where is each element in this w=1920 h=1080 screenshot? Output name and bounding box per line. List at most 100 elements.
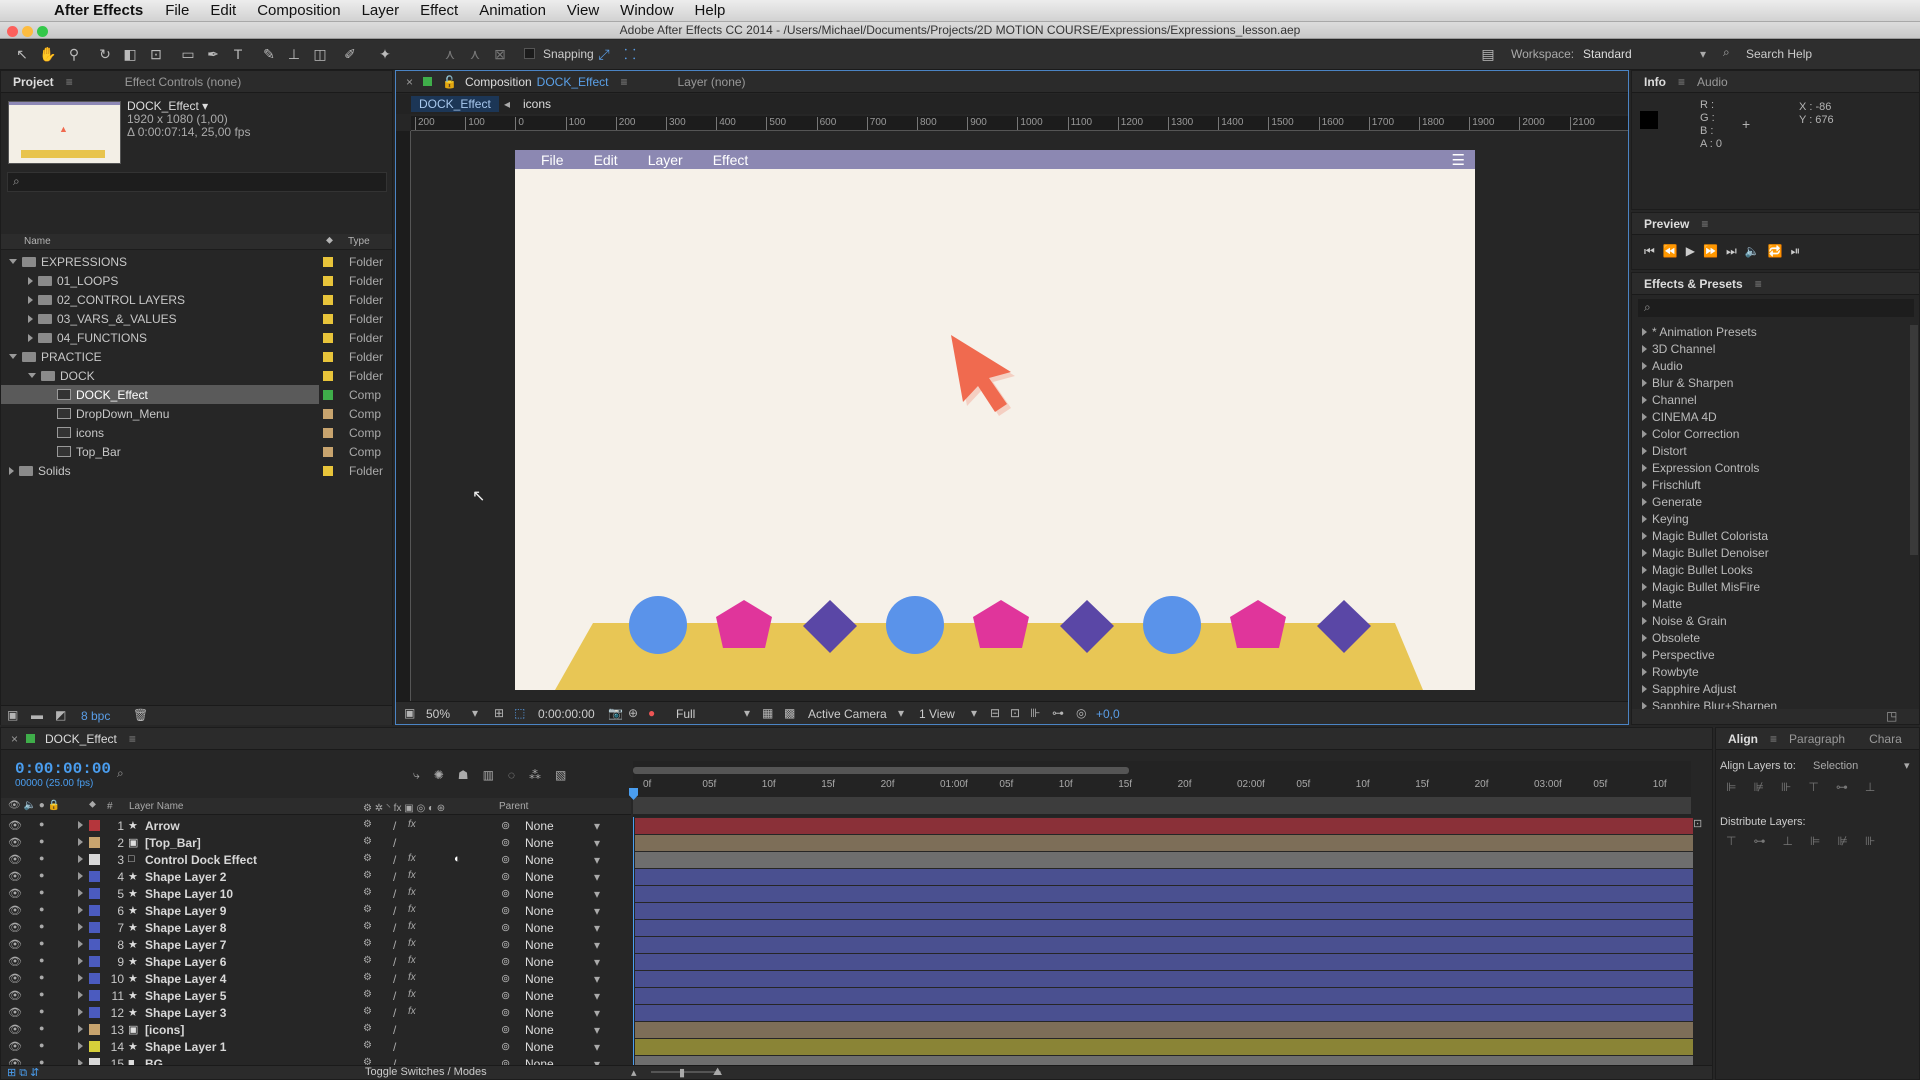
parent-dropdown-icon[interactable]: ▾	[594, 1023, 600, 1037]
collapsed-arrow-icon[interactable]	[1642, 362, 1647, 370]
parent-dropdown-icon[interactable]: ▾	[594, 819, 600, 833]
tab-preview[interactable]: Preview	[1632, 217, 1701, 231]
tab-audio[interactable]: Audio	[1685, 75, 1740, 89]
layer-row[interactable]: 👁 ● 13 ▣ [icons] ⚙ / ⊚ None ▾	[1, 1021, 631, 1038]
visibility-eye-icon[interactable]: 👁	[8, 1023, 22, 1036]
quality-switch-icon[interactable]: /	[393, 887, 396, 901]
shy-switch-icon[interactable]: ⚙	[363, 1057, 372, 1065]
shy-switch-icon[interactable]: ⚙	[363, 921, 372, 932]
parent-select[interactable]: None	[525, 904, 554, 918]
tab-paragraph[interactable]: Paragraph	[1777, 732, 1857, 746]
parent-dropdown-icon[interactable]: ▾	[594, 836, 600, 850]
label-swatch[interactable]	[323, 466, 333, 476]
layer-label-swatch[interactable]	[89, 990, 100, 1001]
parent-select[interactable]: None	[525, 887, 554, 901]
collapsed-arrow-icon[interactable]	[1642, 464, 1647, 472]
type-tool-icon[interactable]: T	[228, 44, 248, 64]
expanded-arrow-icon[interactable]	[9, 259, 17, 264]
collapsed-arrow-icon[interactable]	[28, 295, 33, 304]
layer-label-swatch[interactable]	[89, 854, 100, 865]
expanded-arrow-icon[interactable]	[9, 354, 17, 359]
solo-icon[interactable]: ●	[39, 972, 44, 982]
layer-label-swatch[interactable]	[89, 973, 100, 984]
layer-duration-bar[interactable]	[635, 971, 1693, 987]
parent-dropdown-icon[interactable]: ▾	[594, 989, 600, 1003]
layer-duration-bar[interactable]	[635, 835, 1693, 851]
menu-view[interactable]: View	[567, 2, 599, 19]
solo-icon[interactable]: ●	[39, 1006, 44, 1016]
layer-label-swatch[interactable]	[89, 922, 100, 933]
comp-canvas[interactable]: File Edit Layer Effect ☰	[515, 150, 1475, 690]
search-help-input[interactable]: Search Help	[1746, 47, 1812, 61]
comp-viewer[interactable]: File Edit Layer Effect ☰ ↖	[411, 131, 1628, 701]
zoom-slider-handle[interactable]: ▮	[679, 1066, 685, 1079]
new-comp-icon[interactable]: ◩	[55, 708, 66, 722]
layer-label-swatch[interactable]	[89, 888, 100, 899]
workspace-icon[interactable]: ▤	[1478, 44, 1498, 64]
lock-icon[interactable]: 🔓	[442, 75, 457, 89]
layer-name[interactable]: Shape Layer 1	[145, 1040, 226, 1054]
collapsed-arrow-icon[interactable]	[1642, 379, 1647, 387]
menu-help[interactable]: Help	[695, 2, 726, 19]
label-swatch[interactable]	[323, 428, 333, 438]
project-item[interactable]: 04_FUNCTIONS Folder	[1, 328, 392, 347]
fx-switch-icon[interactable]: fx	[408, 870, 416, 881]
align-to-select[interactable]: Selection	[1813, 760, 1858, 772]
layer-duration-bar[interactable]	[635, 852, 1693, 868]
project-item[interactable]: 02_CONTROL LAYERS Folder	[1, 290, 392, 309]
quality-switch-icon[interactable]: /	[393, 853, 396, 867]
work-area-bar[interactable]	[633, 797, 1691, 814]
brainstorm-icon[interactable]: ⁂	[529, 768, 541, 783]
search-icon[interactable]: ⌕	[117, 766, 124, 781]
effect-category[interactable]: Magic Bullet Denoiser	[1632, 546, 1912, 563]
layer-name[interactable]: Shape Layer 10	[145, 887, 233, 901]
fit-icon[interactable]: ⊡	[1010, 706, 1020, 720]
effect-category[interactable]: CINEMA 4D	[1632, 410, 1912, 427]
expand-layer-arrow-icon[interactable]	[78, 923, 83, 931]
parent-select[interactable]: None	[525, 1040, 554, 1054]
exposure-value[interactable]: +0,0	[1096, 707, 1120, 721]
layer-row[interactable]: 👁 ● 5 ★ Shape Layer 10 ⚙ / fx ⊚ None ▾	[1, 885, 631, 902]
tab-effect-controls[interactable]: Effect Controls (none)	[113, 75, 254, 89]
collapsed-arrow-icon[interactable]	[1642, 651, 1647, 659]
expanded-arrow-icon[interactable]	[28, 373, 36, 378]
audio-icon[interactable]: 🔈	[1745, 244, 1760, 259]
parent-dropdown-icon[interactable]: ▾	[594, 887, 600, 901]
quality-switch-icon[interactable]: /	[393, 870, 396, 884]
layer-row[interactable]: 👁 ● 2 ▣ [Top_Bar] ⚙ / ⊚ None ▾	[1, 834, 631, 851]
resolution-select[interactable]: Full	[676, 707, 695, 721]
collapsed-arrow-icon[interactable]	[1642, 634, 1647, 642]
solo-icon[interactable]: ●	[39, 1023, 44, 1033]
fx-switch-icon[interactable]: fx	[408, 921, 416, 932]
label-column-icon[interactable]: ⬥	[326, 235, 333, 246]
effect-category[interactable]: Expression Controls	[1632, 461, 1912, 478]
layer-row[interactable]: 👁 ● 7 ★ Shape Layer 8 ⚙ / fx ⊚ None ▾	[1, 919, 631, 936]
rectangle-tool-icon[interactable]: ▭	[178, 44, 198, 64]
label-swatch[interactable]	[323, 295, 333, 305]
parent-select[interactable]: None	[525, 853, 554, 867]
timeline-tab-name[interactable]: DOCK_Effect	[45, 732, 117, 746]
expand-layer-arrow-icon[interactable]	[78, 957, 83, 965]
pen-tool-icon[interactable]: ✒	[203, 44, 223, 64]
collapsed-arrow-icon[interactable]	[1642, 566, 1647, 574]
interpret-footage-icon[interactable]: ▣	[7, 708, 18, 722]
layer-row[interactable]: 👁 ● 12 ★ Shape Layer 3 ⚙ / fx ⊚ None ▾	[1, 1004, 631, 1021]
camera-select[interactable]: Active Camera	[808, 707, 887, 721]
next-frame-icon[interactable]: ⏩	[1703, 244, 1718, 259]
parent-dropdown-icon[interactable]: ▾	[594, 1057, 600, 1065]
align-dropdown-icon[interactable]: ▾	[1904, 759, 1910, 772]
parent-dropdown-icon[interactable]: ▾	[594, 938, 600, 952]
adjustment-layer-icon[interactable]: ◐	[454, 853, 461, 865]
panel-menu-icon[interactable]: ≡	[66, 75, 73, 89]
fx-switch-icon[interactable]: fx	[408, 938, 416, 949]
shy-switch-icon[interactable]: ⚙	[363, 870, 372, 881]
zoom-in-icon[interactable]: ⛰	[713, 1066, 722, 1079]
layer-duration-bar[interactable]	[635, 818, 1693, 834]
effect-category[interactable]: Generate	[1632, 495, 1912, 512]
project-item[interactable]: DOCK_Effect Comp	[1, 385, 381, 404]
new-folder-icon[interactable]: ▬	[31, 708, 43, 722]
panel-menu-icon[interactable]: ≡	[1770, 732, 1777, 746]
parent-select[interactable]: None	[525, 955, 554, 969]
solo-icon[interactable]: ●	[39, 989, 44, 999]
effect-category[interactable]: Keying	[1632, 512, 1912, 529]
